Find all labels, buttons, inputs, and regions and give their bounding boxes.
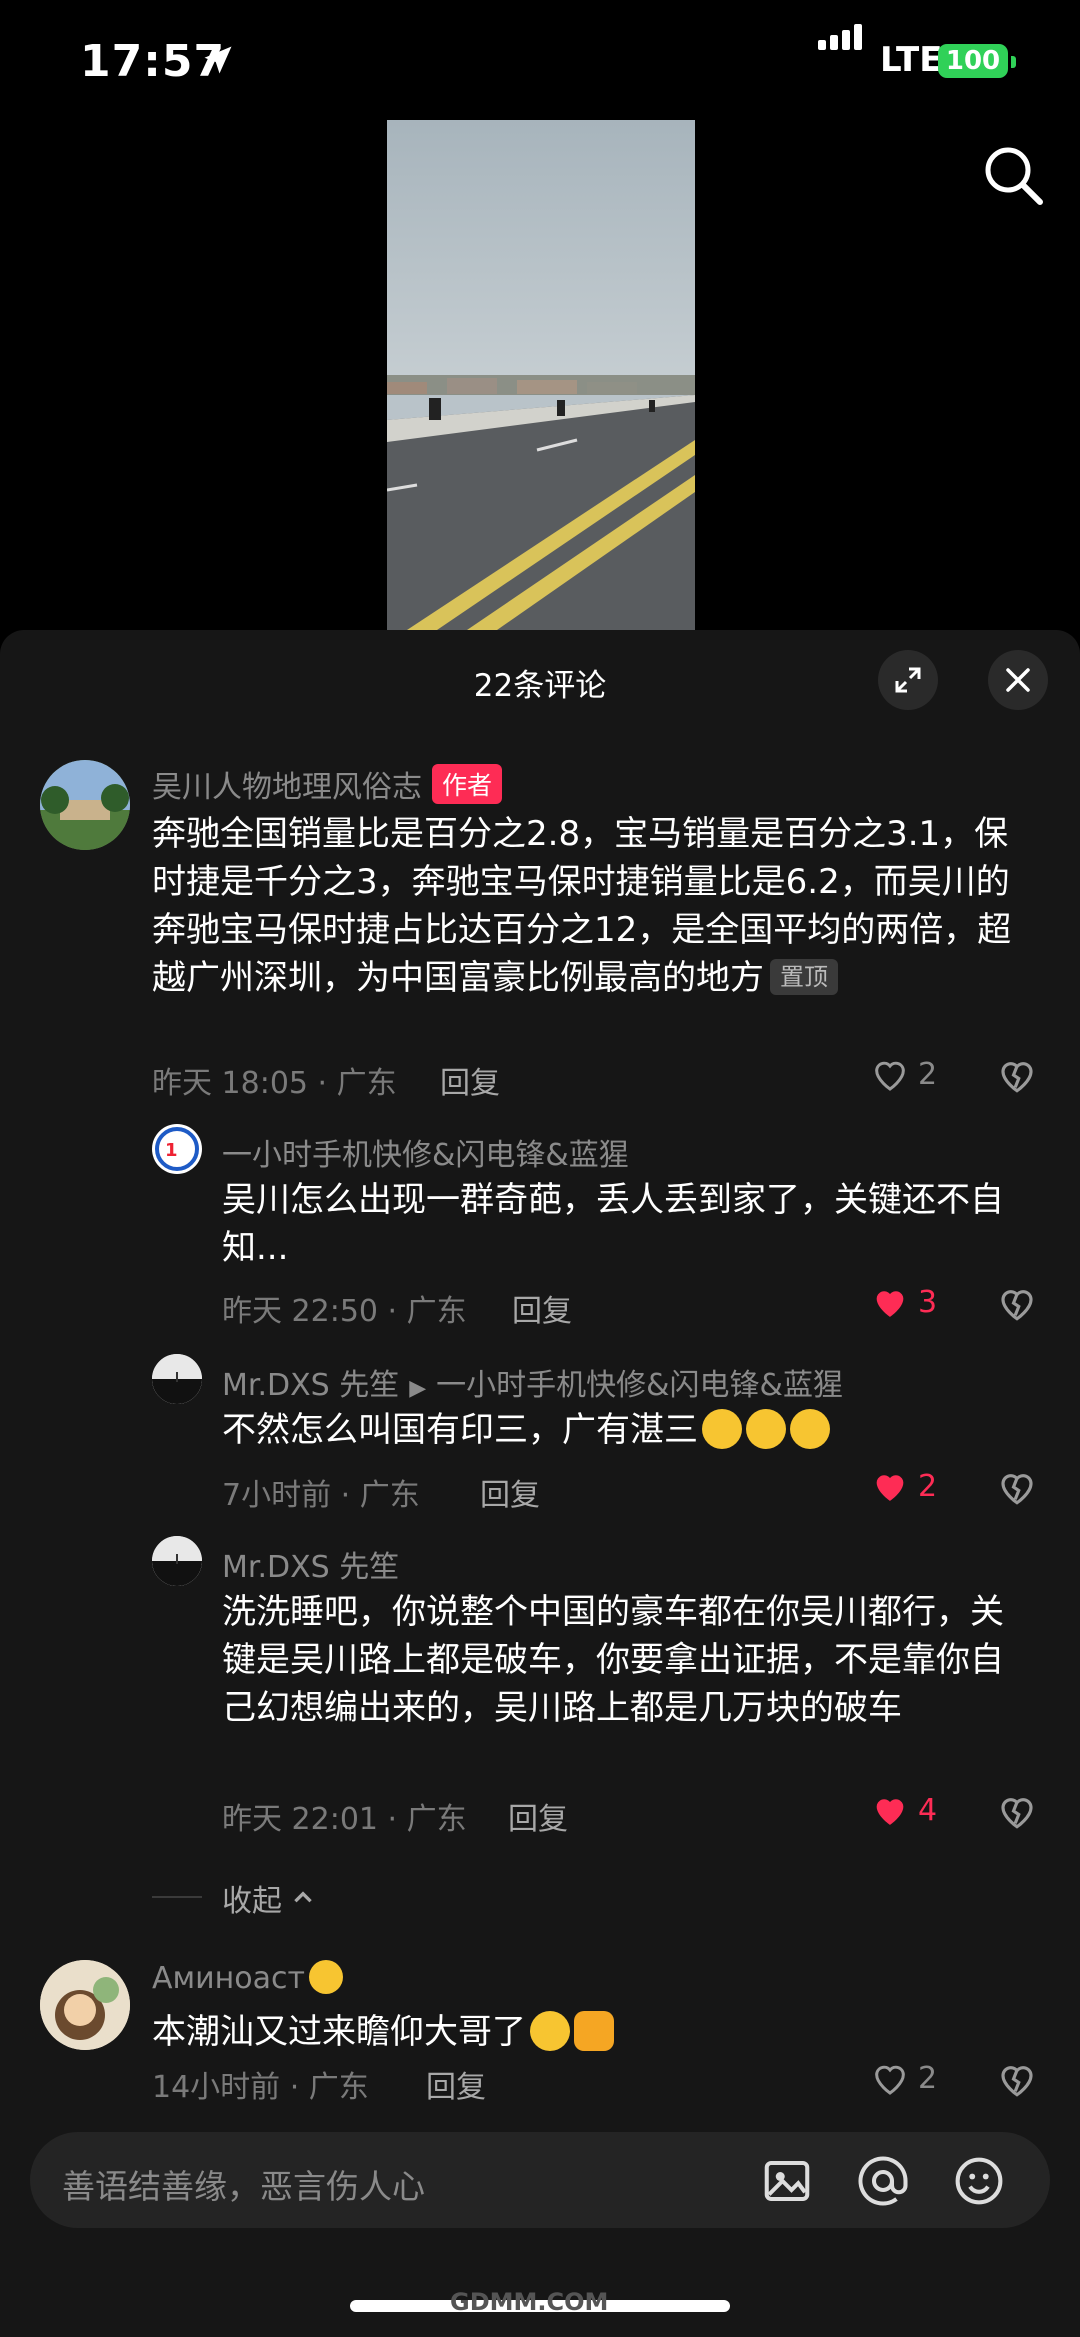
author-badge: 作者	[432, 764, 503, 804]
reply-meta: 昨天 22:01 · 广东	[222, 1802, 467, 1837]
like-button[interactable]: 4	[870, 1790, 937, 1830]
reply-button[interactable]: 回复	[512, 1286, 572, 1330]
status-bar: 17:57 LTE 100	[0, 0, 1080, 120]
like-count: 2	[918, 1056, 938, 1092]
avatar-image	[152, 1354, 202, 1404]
collapse-replies-button[interactable]: 收起	[222, 1876, 316, 1920]
reply-username[interactable]: Mr.DXS 先笙 ▶ 一小时手机快修&闪电锋&蓝猩	[222, 1360, 843, 1404]
reply-button[interactable]: 回复	[508, 1794, 568, 1838]
comment-text: 奔驰全国销量比是百分之2.8，宝马销量是百分之3.1，保时捷是千分之3，奔驰宝马…	[152, 810, 1032, 1002]
reply-button[interactable]: 回复	[480, 1470, 540, 1514]
collapse-divider	[152, 1896, 202, 1898]
avatar-image	[152, 1536, 202, 1586]
collapse-label: 收起	[222, 1884, 282, 1919]
like-button[interactable]: 2	[870, 2058, 937, 2098]
chevron-up-icon	[294, 1891, 312, 1903]
reply-username[interactable]: Mr.DXS 先笙	[222, 1542, 399, 1586]
watermark: GDMM.COM	[450, 2288, 609, 2316]
at-mention-icon[interactable]	[856, 2154, 910, 2208]
broken-heart-icon[interactable]	[996, 1790, 1038, 1832]
like-button[interactable]: 2	[870, 1054, 937, 1094]
reply-button[interactable]: 回复	[426, 2062, 486, 2106]
username-text: 吴川人物地理风俗志	[152, 770, 422, 805]
comment-input-placeholder: 善语结善缘，恶言伤人心	[62, 2167, 425, 2206]
avatar-image	[40, 760, 130, 850]
reply-to-username: 一小时手机快修&闪电锋&蓝猩	[436, 1368, 843, 1403]
reply-meta: 7小时前 · 广东	[222, 1478, 420, 1513]
battery-icon: 100	[938, 44, 1008, 78]
location-arrow-icon	[204, 46, 232, 74]
heart-outline-icon	[875, 2065, 905, 2095]
like-count: 4	[918, 1792, 938, 1828]
reply-meta: 昨天 22:50 · 广东	[222, 1294, 467, 1329]
avatar[interactable]	[40, 760, 130, 850]
reply-text: 不然怎么叫国有印三，广有湛三	[222, 1406, 1032, 1454]
comment-meta: 昨天 18:05 · 广东	[152, 1066, 397, 1101]
reply-button[interactable]: 回复	[440, 1058, 500, 1102]
avatar-image: 1	[155, 1127, 199, 1171]
reply-arrow-icon: ▶	[409, 1376, 427, 1401]
laughing-tears-emoji	[746, 1409, 786, 1449]
reply-username[interactable]: 一小时手机快修&闪电锋&蓝猩	[222, 1130, 629, 1174]
avatar[interactable]: 1	[152, 1124, 202, 1174]
emoji-icon[interactable]	[952, 2154, 1006, 2208]
dizzy-face-emoji	[308, 1960, 343, 1994]
comment-meta: 14小时前 · 广东	[152, 2070, 369, 2105]
heart-filled-icon	[876, 1475, 904, 1501]
avatar[interactable]	[152, 1354, 202, 1404]
comment-body: 本潮汕又过来瞻仰大哥了	[152, 2012, 526, 2052]
like-button[interactable]: 2	[870, 1466, 937, 1506]
reply-text: 洗洗睡吧，你说整个中国的豪车都在你吴川都行，关键是吴川路上都是破车，你要拿出证据…	[222, 1592, 1004, 1728]
broken-heart-icon[interactable]	[996, 1054, 1038, 1096]
heart-filled-icon	[876, 1291, 904, 1317]
heart-outline-icon	[875, 1061, 905, 1091]
comment-body: 奔驰全国销量比是百分之2.8，宝马销量是百分之3.1，保时捷是千分之3，奔驰宝马…	[152, 814, 1012, 998]
broken-heart-icon[interactable]	[996, 2058, 1038, 2100]
laughing-tears-emoji	[702, 1409, 742, 1449]
expand-button[interactable]	[878, 650, 938, 710]
avatar-image	[40, 1960, 130, 2050]
close-button[interactable]	[988, 650, 1048, 710]
like-button[interactable]: 3	[870, 1282, 937, 1322]
thumbs-up-emoji	[574, 2011, 614, 2051]
battery-tip	[1011, 56, 1016, 68]
video-player[interactable]	[387, 120, 695, 630]
comment-text: 本潮汕又过来瞻仰大哥了	[152, 2008, 1032, 2056]
broken-heart-icon[interactable]	[996, 1282, 1038, 1324]
comment-username[interactable]: Аминоаст	[152, 1960, 343, 1996]
comment-input[interactable]: 善语结善缘，恶言伤人心	[30, 2132, 1050, 2228]
video-frame	[387, 120, 695, 630]
comment-sheet: 22条评论 吴川人物地理风俗志 作者 奔驰全国销量比是百分之2.8，宝马销量是百分…	[0, 630, 1080, 2337]
battery-level: 100	[945, 46, 1001, 76]
search-icon[interactable]	[978, 140, 1048, 210]
username-text: Mr.DXS 先笙	[222, 1368, 400, 1403]
grinning-emoji	[530, 2011, 570, 2051]
like-count: 2	[918, 1468, 938, 1504]
like-count: 3	[918, 1284, 938, 1320]
close-icon	[1006, 668, 1030, 692]
reply-text: 吴川怎么出现一群奇葩，丢人丢到家了，关键还不自知...	[222, 1180, 1004, 1268]
laughing-tears-emoji	[790, 1409, 830, 1449]
broken-heart-icon[interactable]	[996, 1466, 1038, 1508]
username-text: Аминоаст	[152, 1961, 305, 1996]
avatar[interactable]	[40, 1960, 130, 2050]
heart-filled-icon	[876, 1799, 904, 1825]
comment-username[interactable]: 吴川人物地理风俗志 作者	[152, 762, 503, 806]
like-count: 2	[918, 2060, 938, 2096]
expand-icon	[895, 667, 921, 693]
network-label: LTE	[880, 40, 943, 80]
image-icon[interactable]	[760, 2154, 814, 2208]
avatar[interactable]	[152, 1536, 202, 1586]
svg-text:1: 1	[165, 1140, 178, 1161]
pinned-badge: 置顶	[770, 959, 838, 995]
reply-body: 不然怎么叫国有印三，广有湛三	[222, 1410, 698, 1450]
